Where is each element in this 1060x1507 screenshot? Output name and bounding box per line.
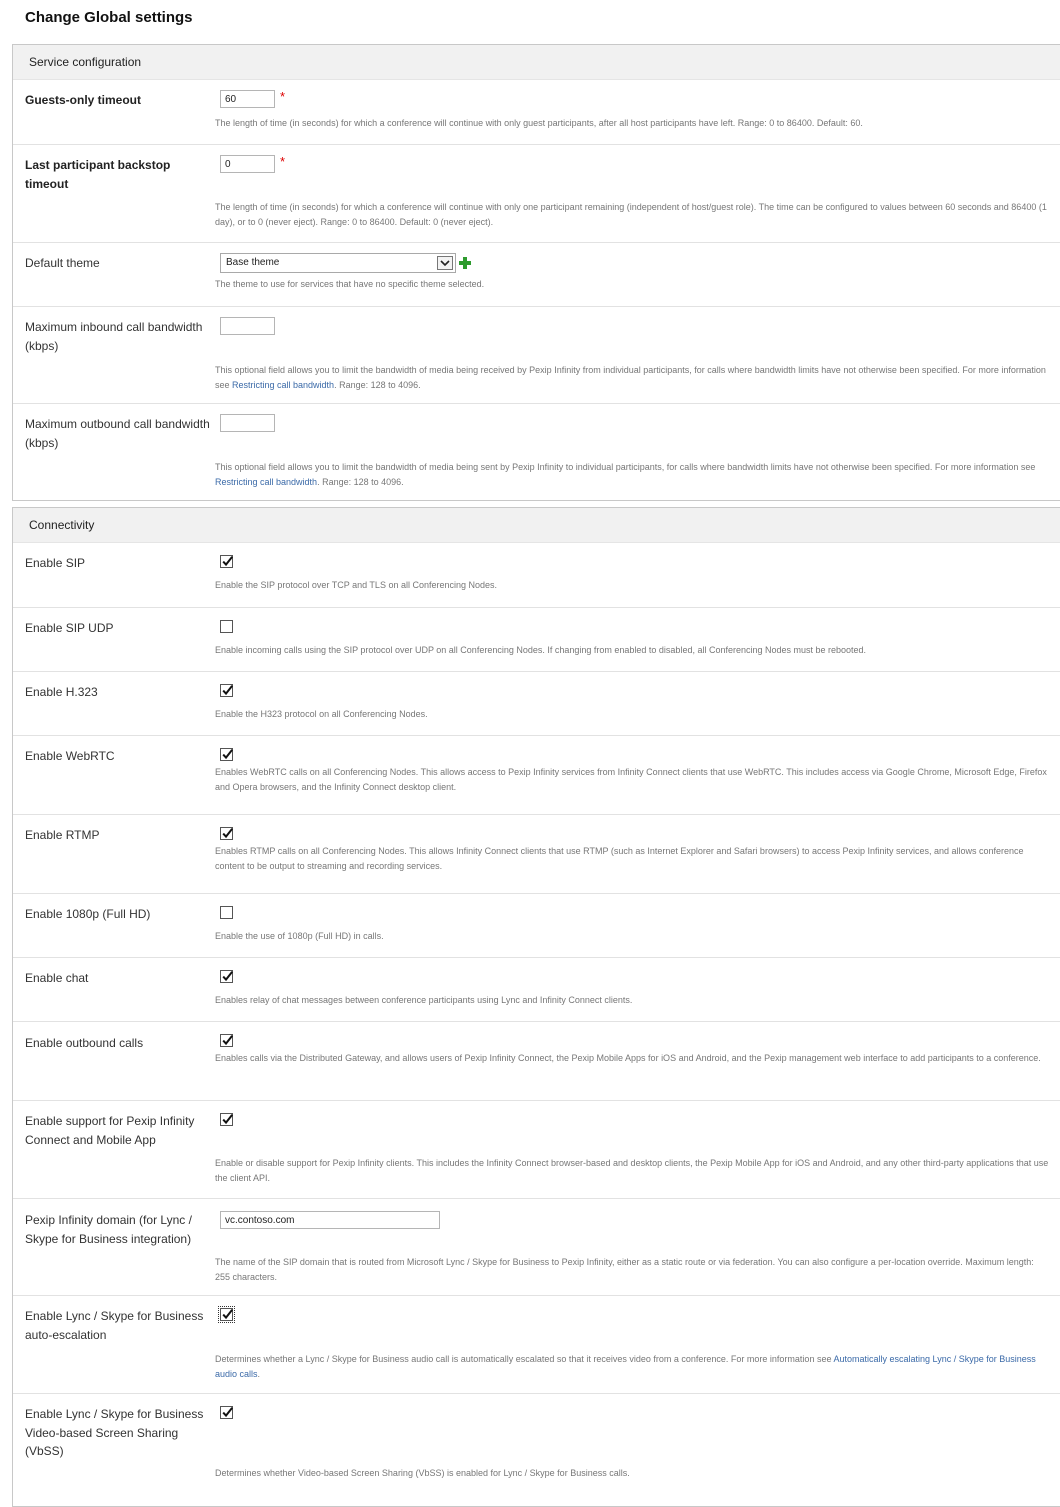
field-label: Enable SIP UDP: [25, 621, 114, 635]
checkmark-icon: [222, 685, 233, 696]
help-text: The name of the SIP domain that is route…: [215, 1257, 1034, 1282]
guests-only-timeout-input[interactable]: [220, 90, 275, 108]
page-title: Change Global settings: [25, 9, 193, 26]
field-label: Default theme: [25, 256, 100, 270]
restricting-bandwidth-link[interactable]: Restricting call bandwidth: [232, 380, 334, 390]
field-label: Enable outbound calls: [25, 1036, 144, 1050]
help-text: Enable the use of 1080p (Full HD) in cal…: [215, 931, 384, 941]
checkmark-icon: [222, 1035, 233, 1046]
lync-domain-row: Pexip Infinity domain (for Lync / Skype …: [13, 1198, 1060, 1295]
lync-vbss-checkbox[interactable]: [220, 1406, 233, 1419]
enable-sip-checkbox[interactable]: [220, 555, 233, 568]
checkmark-icon: [222, 1114, 233, 1125]
field-label: Enable chat: [25, 971, 89, 985]
field-label: Enable Lync / Skype for Business auto-es…: [25, 1309, 204, 1342]
enable-h323-checkbox[interactable]: [220, 684, 233, 697]
enable-rtmp-checkbox[interactable]: [220, 827, 233, 840]
enable-outbound-calls-checkbox[interactable]: [220, 1034, 233, 1047]
lync-vbss-row: Enable Lync / Skype for Business Video-b…: [13, 1393, 1060, 1497]
section-header: Service configuration: [13, 45, 1060, 80]
enable-chat-checkbox[interactable]: [220, 970, 233, 983]
field-label: Enable SIP: [25, 556, 86, 570]
help-text: Enable incoming calls using the SIP prot…: [215, 645, 867, 655]
default-theme-row: Default theme Base theme The theme to us…: [13, 242, 1060, 306]
enable-webrtc-checkbox[interactable]: [220, 748, 233, 761]
checkbox-row: Enable outbound calls Enables calls via …: [13, 1021, 1060, 1100]
checkmark-icon: [222, 1309, 233, 1320]
field-label: Maximum inbound call bandwidth (kbps): [25, 320, 203, 353]
help-text: The theme to use for services that have …: [215, 279, 485, 289]
lync-escalation-row: Enable Lync / Skype for Business auto-es…: [13, 1295, 1060, 1393]
chevron-down-icon: [437, 256, 453, 270]
section-header: Connectivity: [13, 508, 1060, 543]
help-text: Enable the H323 protocol on all Conferen…: [215, 709, 428, 719]
checkbox-row: Enable RTMP Enables RTMP calls on all Co…: [13, 814, 1060, 893]
required-marker: *: [280, 154, 286, 169]
max-inbound-bandwidth-input[interactable]: [220, 317, 275, 335]
field-label: Enable RTMP: [25, 828, 100, 842]
field-label: Last participant backstop timeout: [25, 158, 171, 191]
field-label: Enable Lync / Skype for Business Video-b…: [25, 1407, 204, 1458]
field-label: Maximum outbound call bandwidth (kbps): [25, 417, 210, 450]
enable-1080p-checkbox[interactable]: [220, 906, 233, 919]
max-outbound-bandwidth-row: Maximum outbound call bandwidth (kbps) T…: [13, 403, 1060, 501]
required-marker: *: [280, 89, 286, 104]
connectivity-section: Connectivity Enable SIP Enable the SIP p…: [12, 507, 1060, 1507]
field-label: Guests-only timeout: [25, 93, 142, 107]
help-text-before: This optional field allows you to limit …: [215, 462, 1036, 472]
checkbox-row: Enable H.323 Enable the H323 protocol on…: [13, 671, 1060, 735]
guests-only-timeout-row: Guests-only timeout * The length of time…: [13, 80, 1060, 144]
help-text-after: .: [257, 1369, 261, 1379]
help-text: The length of time (in seconds) for whic…: [215, 202, 1047, 227]
checkbox-row: Enable 1080p (Full HD) Enable the use of…: [13, 893, 1060, 957]
help-text: Enables relay of chat messages between c…: [215, 995, 633, 1005]
help-text-after: . Range: 128 to 4096.: [317, 477, 404, 487]
help-text-before: Determines whether a Lync / Skype for Bu…: [215, 1354, 834, 1364]
help-text: Determines whether a Lync / Skype for Bu…: [215, 1352, 1050, 1382]
enable-sip-udp-checkbox[interactable]: [220, 620, 233, 633]
help-text: The length of time (in seconds) for whic…: [215, 118, 863, 128]
enable-client-support-checkbox[interactable]: [220, 1113, 233, 1126]
field-label: Pexip Infinity domain (for Lync / Skype …: [25, 1213, 192, 1246]
max-outbound-bandwidth-input[interactable]: [220, 414, 275, 432]
help-text: Enables calls via the Distributed Gatewa…: [215, 1053, 1041, 1063]
checkmark-icon: [222, 828, 233, 839]
service-configuration-section: Service configuration Guests-only timeou…: [12, 44, 1060, 501]
last-participant-backstop-row: Last participant backstop timeout * The …: [13, 144, 1060, 242]
field-label: Enable 1080p (Full HD): [25, 907, 151, 921]
restricting-bandwidth-link[interactable]: Restricting call bandwidth: [215, 477, 317, 487]
last-participant-backstop-input[interactable]: [220, 155, 275, 173]
default-theme-select[interactable]: Base theme: [220, 253, 456, 273]
checkbox-row: Enable chat Enables relay of chat messag…: [13, 957, 1060, 1021]
checkbox-row: Enable WebRTC Enables WebRTC calls on al…: [13, 735, 1060, 814]
add-theme-icon[interactable]: [459, 256, 471, 269]
checkbox-row: Enable SIP Enable the SIP protocol over …: [13, 543, 1060, 607]
help-text: Enables RTMP calls on all Conferencing N…: [215, 846, 1024, 871]
help-text: This optional field allows you to limit …: [215, 460, 1050, 490]
checkbox-row: Enable SIP UDP Enable incoming calls usi…: [13, 607, 1060, 671]
field-label: Enable support for Pexip Infinity Connec…: [25, 1114, 195, 1147]
field-label: Enable H.323: [25, 685, 98, 699]
lync-domain-input[interactable]: [220, 1211, 440, 1229]
help-text: This optional field allows you to limit …: [215, 363, 1050, 393]
help-text: Enable or disable support for Pexip Infi…: [215, 1158, 1049, 1183]
help-text: Enables WebRTC calls on all Conferencing…: [215, 767, 1047, 792]
checkmark-icon: [222, 971, 233, 982]
checkmark-icon: [222, 1407, 233, 1418]
checkmark-icon: [222, 749, 233, 760]
field-label: Enable WebRTC: [25, 749, 115, 763]
max-inbound-bandwidth-row: Maximum inbound call bandwidth (kbps) Th…: [13, 306, 1060, 403]
checkbox-row: Enable support for Pexip Infinity Connec…: [13, 1100, 1060, 1198]
lync-escalation-checkbox[interactable]: [218, 1306, 235, 1323]
selected-value: Base theme: [226, 257, 280, 268]
help-text: Enable the SIP protocol over TCP and TLS…: [215, 580, 498, 590]
help-text-after: . Range: 128 to 4096.: [334, 380, 421, 390]
help-text: Determines whether Video-based Screen Sh…: [215, 1468, 630, 1478]
checkmark-icon: [222, 556, 233, 567]
